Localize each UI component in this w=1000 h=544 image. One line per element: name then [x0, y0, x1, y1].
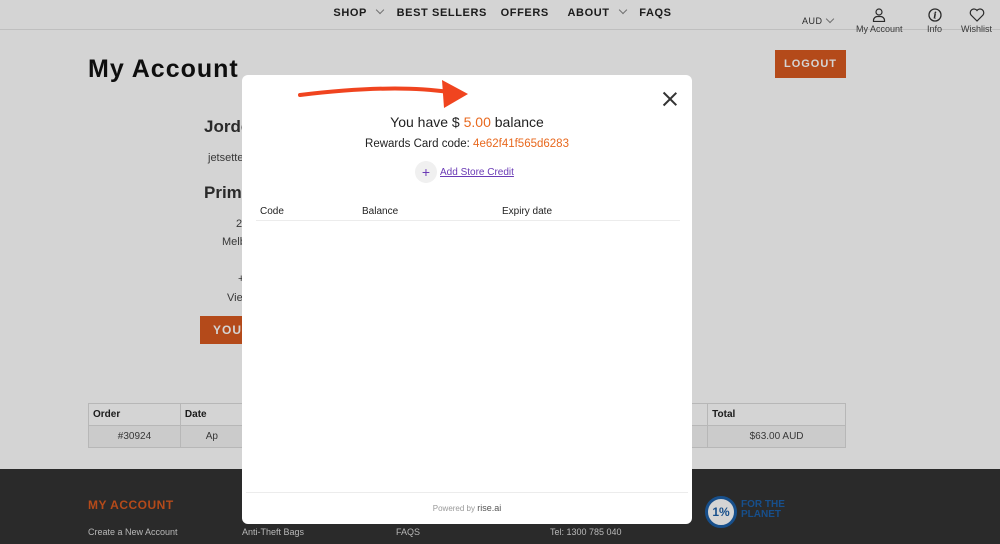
rewards-code-value: 4e62f41f565d6283	[473, 138, 569, 150]
powered-by-label: Powered by	[432, 504, 475, 513]
column-header-expiry: Expiry date	[502, 206, 553, 217]
add-store-credit-button[interactable]: + Add Store Credit	[415, 161, 514, 183]
rewards-card-code: Rewards Card code: 4e62f41f565d6283	[242, 138, 692, 150]
red-arrow-annotation	[298, 80, 468, 108]
balance-suffix: balance	[490, 114, 544, 130]
plus-icon: +	[415, 161, 437, 183]
powered-by-footer: Powered by rise.ai	[246, 492, 688, 513]
column-header-balance: Balance	[362, 206, 399, 217]
credits-table-header: Code Balance Expiry date	[256, 205, 680, 221]
rise-ai-logo[interactable]: rise.ai	[477, 503, 501, 513]
close-icon[interactable]	[662, 91, 678, 107]
column-header-code: Code	[260, 206, 284, 217]
code-prefix: Rewards Card code:	[365, 138, 474, 150]
balance-text: You have $ 5.00 balance	[242, 114, 692, 130]
balance-amount: 5.00	[463, 114, 491, 130]
add-store-credit-label: Add Store Credit	[440, 166, 514, 178]
balance-prefix: You have $	[390, 114, 464, 130]
store-credit-modal: You have $ 5.00 balance Rewards Card cod…	[242, 75, 692, 524]
